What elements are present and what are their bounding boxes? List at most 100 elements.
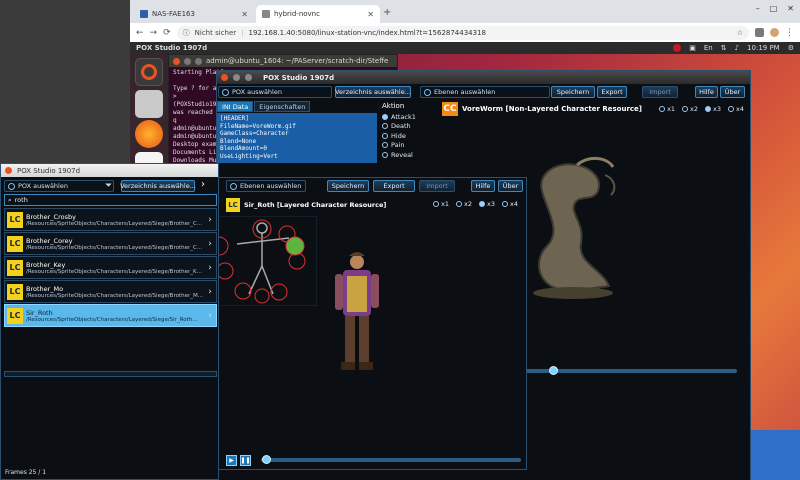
zoom-option[interactable]: x3 xyxy=(479,200,495,208)
timeline-slider-thumb[interactable] xyxy=(548,366,558,375)
chevron-right-icon[interactable]: › xyxy=(204,215,216,225)
maximize-icon[interactable] xyxy=(245,74,252,81)
update-notifier-icon[interactable] xyxy=(673,44,682,52)
directory-select-button[interactable]: Verzeichnis auswähle... xyxy=(335,86,411,98)
close-tab-icon[interactable]: ✕ xyxy=(367,10,374,19)
address-bar[interactable]: ⓘ Nicht sicher | 192.168.1.40:5080/linux… xyxy=(176,25,749,40)
radio-icon[interactable] xyxy=(705,106,712,112)
zoom-option[interactable]: x2 xyxy=(456,200,472,208)
pox-select-field[interactable]: POX auswählen xyxy=(4,180,114,192)
list-item[interactable]: LC Brother_Corey/Resources/SpriteObjects/… xyxy=(4,232,217,255)
play-button[interactable]: ▶ xyxy=(226,454,237,466)
timeline-slider-thumb[interactable] xyxy=(262,455,271,464)
radio-icon[interactable] xyxy=(456,201,463,207)
horizontal-scrollbar[interactable] xyxy=(4,371,217,377)
clock[interactable]: 10:19 PM xyxy=(747,44,780,52)
import-button[interactable]: Import xyxy=(419,180,455,192)
files-icon[interactable] xyxy=(135,90,163,118)
network-icon[interactable]: ⇅ xyxy=(721,44,727,52)
action-option[interactable]: Attack1 xyxy=(382,112,442,122)
save-button[interactable]: Speichern xyxy=(551,86,595,98)
zoom-option[interactable]: x2 xyxy=(682,105,698,113)
filter-icon[interactable]: ⏷ xyxy=(105,181,112,191)
action-option[interactable]: Hide xyxy=(382,131,442,141)
radio-icon[interactable] xyxy=(728,106,735,112)
chevron-right-icon[interactable]: › xyxy=(204,287,216,297)
chevron-right-icon[interactable]: › xyxy=(201,179,205,190)
ubuntu-dash-icon[interactable] xyxy=(135,58,163,86)
dropbox-icon[interactable]: ▣ xyxy=(689,44,696,52)
search-value[interactable]: roth xyxy=(15,196,28,204)
layers-select-field[interactable]: Ebenen auswählen xyxy=(226,180,306,192)
chevron-right-icon[interactable]: › xyxy=(204,311,216,321)
radio-icon[interactable] xyxy=(479,201,486,207)
timeline-slider[interactable] xyxy=(517,366,737,375)
export-button[interactable]: Export xyxy=(373,180,415,192)
new-tab-button[interactable]: + xyxy=(383,7,391,18)
directory-select-button[interactable]: Verzeichnis auswähle... xyxy=(120,180,196,192)
radio-icon[interactable] xyxy=(382,123,388,130)
minimize-icon[interactable] xyxy=(233,74,240,81)
reload-icon[interactable]: ⟳ xyxy=(163,28,171,38)
close-window-icon[interactable]: ✕ xyxy=(787,4,794,13)
zoom-option[interactable]: x4 xyxy=(728,105,744,113)
about-button[interactable]: Über xyxy=(720,86,745,98)
chevron-right-icon[interactable]: › xyxy=(204,263,216,273)
browser-tab-nas[interactable]: NAS-FAE163 ✕ xyxy=(134,5,254,23)
extension-icon[interactable] xyxy=(755,28,764,37)
window-titlebar[interactable]: POX Studio 1907d xyxy=(1,164,218,177)
chevron-right-icon[interactable]: › xyxy=(204,239,216,249)
radio-icon[interactable] xyxy=(433,201,440,207)
action-option[interactable]: Reveal xyxy=(382,150,442,160)
timeline-slider[interactable] xyxy=(261,455,521,464)
help-button[interactable]: Hilfe xyxy=(471,180,495,192)
zoom-option[interactable]: x1 xyxy=(659,105,675,113)
zoom-option[interactable]: x4 xyxy=(502,200,518,208)
skeleton-layer-map[interactable] xyxy=(207,216,317,306)
ini-data-editor[interactable]: [HEADER] FileName=VoreWorm.gif GameClass=C… xyxy=(217,113,377,163)
tab-properties[interactable]: Eigenschaften xyxy=(254,101,311,112)
radio-icon[interactable] xyxy=(382,142,388,149)
back-icon[interactable]: ← xyxy=(136,28,144,38)
search-input[interactable]: ⌕ roth xyxy=(4,194,217,206)
list-item[interactable]: LC Brother_Mo/Resources/SpriteObjects/Cha… xyxy=(4,280,217,303)
action-option[interactable]: Pain xyxy=(382,141,442,151)
terminal-titlebar[interactable]: admin@ubuntu_1604: ~/PAServer/scratch-di… xyxy=(169,55,397,67)
window-titlebar[interactable]: POX Studio 1907d xyxy=(217,71,750,84)
forward-icon[interactable]: → xyxy=(150,28,158,38)
export-button[interactable]: Export xyxy=(597,86,627,98)
zoom-option[interactable]: x3 xyxy=(705,105,721,113)
radio-icon[interactable] xyxy=(682,106,689,112)
pause-button[interactable]: ❚❚ xyxy=(240,454,251,466)
radio-icon[interactable] xyxy=(659,106,666,112)
maximize-icon[interactable]: □ xyxy=(770,4,778,13)
pox-studio-window-sir-roth[interactable]: Ebenen auswählen Speichern Export Import… xyxy=(200,177,527,470)
browser-tab-novnc[interactable]: hybrid-novnc ✕ xyxy=(256,5,380,23)
settings-gear-icon[interactable]: ⚙ xyxy=(788,44,794,52)
list-item[interactable]: LC Sir_Roth/Resources/SpriteObjects/Chara… xyxy=(4,304,217,327)
profile-avatar-icon[interactable] xyxy=(770,28,779,37)
close-icon[interactable] xyxy=(5,167,12,174)
help-button[interactable]: Hilfe xyxy=(695,86,718,98)
save-button[interactable]: Speichern xyxy=(327,180,369,192)
minimize-icon[interactable]: – xyxy=(756,4,760,13)
layers-select-field[interactable]: Ebenen auswählen xyxy=(420,86,550,98)
minimize-icon[interactable] xyxy=(184,57,191,65)
radio-icon[interactable] xyxy=(502,201,509,207)
about-button[interactable]: Über xyxy=(498,180,523,192)
action-option[interactable]: Death xyxy=(382,122,442,132)
radio-icon[interactable] xyxy=(382,113,388,120)
list-item[interactable]: LC Brother_Key/Resources/SpriteObjects/Ch… xyxy=(4,256,217,279)
url-text[interactable]: 192.168.1.40:5080/linux-station-vnc/inde… xyxy=(249,29,486,37)
pox-select-field[interactable]: POX auswählen xyxy=(218,86,332,98)
keyboard-layout-indicator[interactable]: En xyxy=(704,44,713,52)
firefox-icon[interactable] xyxy=(135,120,163,148)
zoom-option[interactable]: x1 xyxy=(433,200,449,208)
bookmark-star-icon[interactable]: ☆ xyxy=(737,29,743,37)
import-button[interactable]: Import xyxy=(642,86,678,98)
close-icon[interactable] xyxy=(221,74,228,81)
menu-kebab-icon[interactable]: ⋮ xyxy=(785,28,794,38)
radio-icon[interactable] xyxy=(382,151,388,158)
pox-studio-window-list[interactable]: POX Studio 1907d POX auswählen ⏷ Verzeic… xyxy=(0,163,219,480)
close-tab-icon[interactable]: ✕ xyxy=(241,10,248,19)
